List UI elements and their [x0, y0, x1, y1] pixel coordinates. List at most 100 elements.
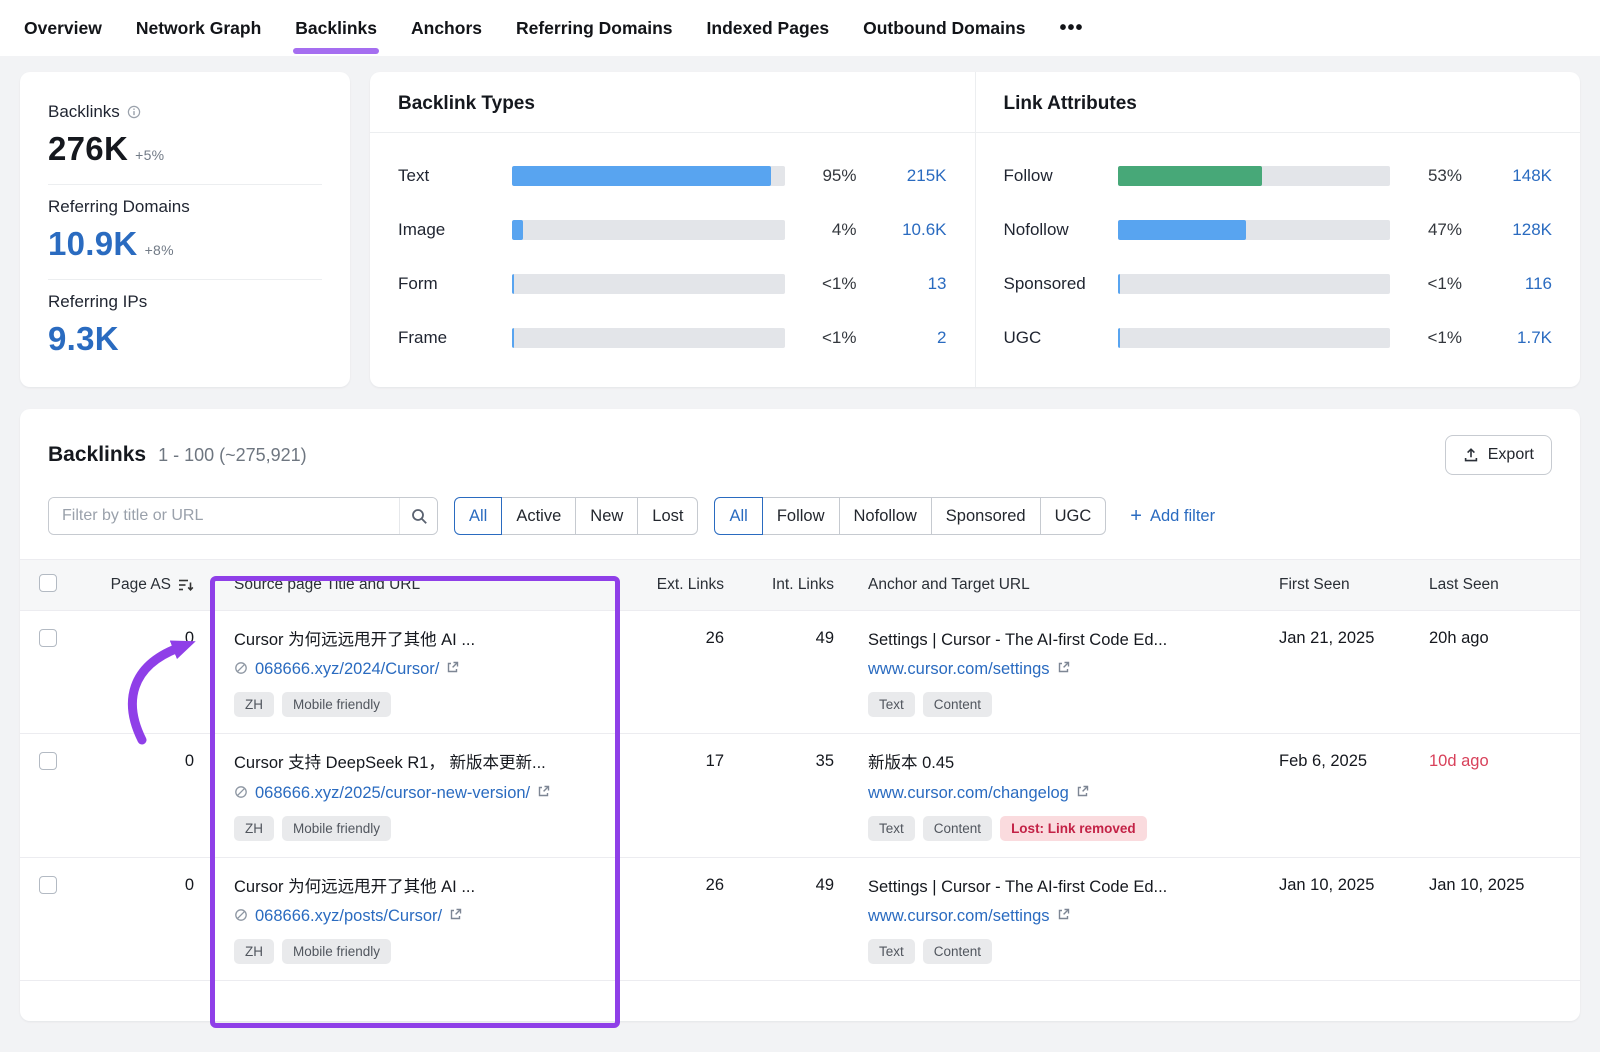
link-attributes-panel: Link Attributes Follow 53% 148K Nofollow… [976, 72, 1581, 387]
bar-track [512, 166, 785, 186]
bar-percent: <1% [1404, 328, 1462, 348]
external-link-icon[interactable] [446, 661, 459, 674]
language-badge: ZH [234, 939, 274, 964]
bar-track [512, 328, 785, 348]
bar-count-link[interactable]: 2 [871, 328, 947, 348]
metric-referring-domains: Referring Domains 10.9K+8% [48, 185, 322, 280]
table-row: 0 Cursor 为何远远甩开了其他 AI ... 068666.xyz/202… [20, 611, 1580, 734]
attr-filter-all[interactable]: All [714, 497, 762, 535]
column-source[interactable]: Source page Title and URL [210, 576, 638, 594]
tab-outbound-domains[interactable]: Outbound Domains [863, 1, 1025, 56]
attr-filter-ugc[interactable]: UGC [1040, 497, 1107, 535]
bar-percent: 53% [1404, 166, 1462, 186]
bar-count-link[interactable]: 13 [871, 274, 947, 294]
table-title: Backlinks [48, 443, 146, 467]
bar-track [512, 220, 785, 240]
search-icon[interactable] [399, 498, 437, 534]
external-link-icon[interactable] [537, 785, 550, 798]
lost-link-badge: Lost: Link removed [1000, 816, 1147, 841]
anchor-type-badge: Content [923, 939, 992, 964]
filter-search-input[interactable] [49, 498, 399, 534]
bar-percent: 47% [1404, 220, 1462, 240]
bar-label: Text [398, 166, 498, 186]
column-anchor[interactable]: Anchor and Target URL [838, 576, 1253, 594]
row-checkbox[interactable] [39, 752, 57, 770]
bar-row-text: Text 95% 215K [398, 149, 947, 203]
attr-filter-follow[interactable]: Follow [762, 497, 840, 535]
tab-anchors[interactable]: Anchors [411, 1, 482, 56]
status-filter-group: All Active New Lost [454, 497, 698, 535]
external-link-icon[interactable] [449, 908, 462, 921]
bar-count-link[interactable]: 10.6K [871, 220, 947, 240]
language-badge: ZH [234, 816, 274, 841]
bar-row-ugc: UGC <1% 1.7K [1004, 311, 1553, 365]
add-filter-button[interactable]: + Add filter [1130, 506, 1215, 526]
bar-count-link[interactable]: 148K [1476, 166, 1552, 186]
status-filter-active[interactable]: Active [501, 497, 576, 535]
status-filter-all[interactable]: All [454, 497, 502, 535]
target-url-link[interactable]: www.cursor.com/changelog [868, 782, 1069, 805]
charts-card: Backlink Types Text 95% 215K Image 4% 10… [370, 72, 1580, 387]
mobile-friendly-badge: Mobile friendly [282, 816, 391, 841]
metric-value[interactable]: 10.9K+8% [48, 225, 322, 263]
bar-count-link[interactable]: 128K [1476, 220, 1552, 240]
target-url-link[interactable]: www.cursor.com/settings [868, 905, 1050, 928]
bar-percent: 4% [799, 220, 857, 240]
source-title: Cursor 为何远远甩开了其他 AI ... [234, 629, 608, 651]
export-icon [1463, 447, 1479, 463]
bar-count-link[interactable]: 215K [871, 166, 947, 186]
overview-cards-row: Backlinks 276K+5% Referring Domains 10.9… [20, 72, 1580, 387]
sort-icon[interactable] [178, 578, 194, 592]
tab-backlinks[interactable]: Backlinks [295, 1, 377, 56]
external-link-icon[interactable] [1057, 661, 1070, 674]
tab-indexed-pages[interactable]: Indexed Pages [707, 1, 830, 56]
int-links-value: 35 [728, 752, 838, 771]
bar-track [1118, 328, 1391, 348]
column-label: Page AS [111, 576, 171, 594]
source-title: Cursor 为何远远甩开了其他 AI ... [234, 876, 608, 898]
more-tabs-icon[interactable]: ••• [1059, 17, 1083, 40]
page-as-value: 0 [82, 752, 210, 771]
bar-count-link[interactable]: 1.7K [1476, 328, 1552, 348]
source-url-link[interactable]: 068666.xyz/2025/cursor-new-version/ [255, 782, 530, 805]
column-ext-links[interactable]: Ext. Links [638, 576, 728, 594]
attr-filter-sponsored[interactable]: Sponsored [931, 497, 1041, 535]
column-int-links[interactable]: Int. Links [728, 576, 838, 594]
bar-count-link[interactable]: 116 [1476, 274, 1552, 294]
attr-filter-nofollow[interactable]: Nofollow [839, 497, 932, 535]
column-last-seen[interactable]: Last Seen [1403, 576, 1580, 594]
table-header-row: Page AS Source page Title and URL Ext. L… [20, 559, 1580, 611]
info-icon[interactable] [127, 105, 141, 119]
last-seen-value: 20h ago [1403, 629, 1580, 648]
slashed-leaf-icon [234, 661, 248, 675]
tab-network-graph[interactable]: Network Graph [136, 1, 261, 56]
status-filter-new[interactable]: New [575, 497, 638, 535]
target-url-link[interactable]: www.cursor.com/settings [868, 658, 1050, 681]
page-as-value: 0 [82, 876, 210, 895]
bar-fill [512, 274, 514, 294]
bar-label: Follow [1004, 166, 1104, 186]
backlink-types-panel: Backlink Types Text 95% 215K Image 4% 10… [370, 72, 976, 387]
ext-links-value: 26 [638, 629, 728, 648]
metric-delta: +5% [135, 147, 164, 163]
bar-fill [1118, 274, 1120, 294]
tab-referring-domains[interactable]: Referring Domains [516, 1, 673, 56]
column-page-as[interactable]: Page AS [82, 576, 210, 594]
export-button[interactable]: Export [1445, 435, 1552, 475]
first-seen-value: Feb 6, 2025 [1253, 752, 1403, 771]
status-filter-lost[interactable]: Lost [637, 497, 698, 535]
tab-overview[interactable]: Overview [24, 1, 102, 56]
external-link-icon[interactable] [1076, 785, 1089, 798]
mobile-friendly-badge: Mobile friendly [282, 939, 391, 964]
external-link-icon[interactable] [1057, 908, 1070, 921]
column-first-seen[interactable]: First Seen [1253, 576, 1403, 594]
row-checkbox[interactable] [39, 629, 57, 647]
bar-track [512, 274, 785, 294]
add-filter-label: Add filter [1150, 507, 1215, 526]
source-url-link[interactable]: 068666.xyz/2024/Cursor/ [255, 658, 439, 681]
source-url-link[interactable]: 068666.xyz/posts/Cursor/ [255, 905, 442, 928]
row-checkbox[interactable] [39, 876, 57, 894]
language-badge: ZH [234, 692, 274, 717]
metric-value[interactable]: 9.3K [48, 320, 322, 358]
select-all-checkbox[interactable] [39, 574, 57, 592]
